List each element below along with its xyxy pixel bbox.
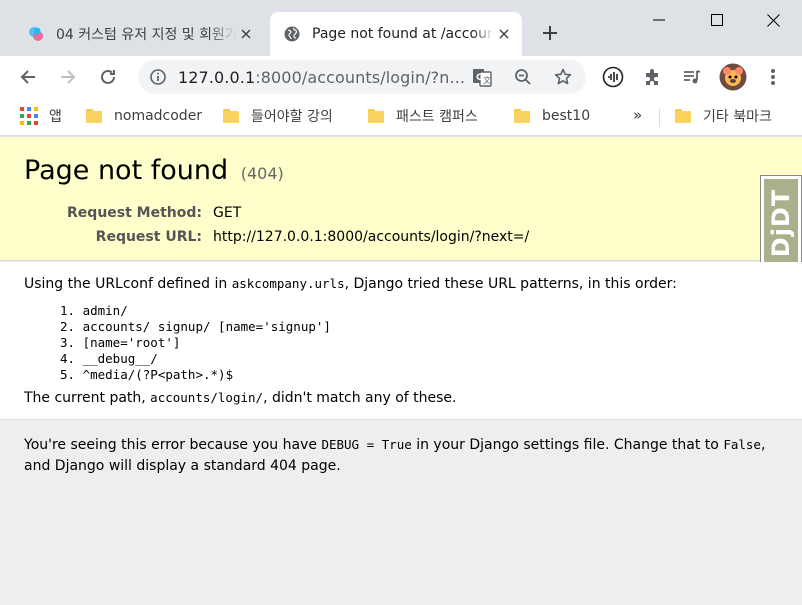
close-icon[interactable] [494, 24, 514, 44]
svg-text:文: 文 [483, 75, 491, 85]
page-title: Page not found (404) [24, 155, 284, 186]
folder-icon [368, 109, 384, 123]
djdt-label: DjDT [767, 188, 796, 257]
url-pattern-item: 1. admin/ [60, 303, 128, 318]
bookmark-label: 패스트 캠퍼스 [396, 109, 478, 125]
media-control-icon[interactable] [676, 61, 708, 93]
url-pattern-list: 1. admin/ 2. accounts/ signup/ [name='si… [60, 303, 331, 383]
info-icon[interactable] [148, 67, 168, 87]
folder-icon [86, 109, 102, 123]
urlconf-info: Using the URLconf defined in askcompany.… [0, 262, 802, 420]
request-method-value: GET [213, 205, 242, 221]
urlconf-message: Using the URLconf defined in askcompany.… [24, 276, 677, 292]
url-pattern-item: 2. accounts/ signup/ [name='signup'] [60, 319, 331, 334]
bookmark-folder-nomadcoder[interactable]: nomadcoder [86, 104, 202, 128]
request-method-label: Request Method: [67, 205, 202, 221]
apps-grid-icon [20, 107, 38, 125]
status-code: (404) [240, 164, 284, 183]
folder-icon [223, 109, 239, 123]
apps-bookmark[interactable]: 앱 [20, 104, 62, 128]
close-icon[interactable] [236, 24, 256, 44]
tab-active[interactable]: Page not found at /accounts/login/ [270, 12, 522, 56]
folder-icon [675, 109, 691, 123]
bookmark-folder-fastcampus[interactable]: 패스트 캠퍼스 [368, 104, 478, 128]
bookmark-label: nomadcoder [114, 108, 203, 124]
bookmark-folder-lectures[interactable]: 들어야할 강의 [223, 104, 333, 128]
bookmark-label: 기타 북마크 [703, 109, 772, 125]
url-pattern-item: 3. [name='root'] [60, 335, 181, 350]
globe-icon [282, 24, 302, 44]
menu-kebab-icon[interactable] [757, 61, 789, 93]
url-text[interactable]: 127.0.0.1:8000/accounts/login/?n... [178, 68, 465, 87]
new-tab-button[interactable] [537, 20, 563, 46]
back-button[interactable] [12, 61, 44, 93]
inflearn-favicon-icon [26, 24, 46, 44]
extensions-puzzle-icon[interactable] [637, 61, 669, 93]
current-path-message: The current path, accounts/login/, didn'… [24, 390, 457, 406]
extension-audio-icon[interactable] [597, 61, 629, 93]
reload-button[interactable] [92, 61, 124, 93]
tab-strip: 04 커스텀 유저 지정 및 회원가입 Page not found at /a… [0, 0, 802, 56]
zoom-out-icon[interactable] [511, 65, 535, 89]
folder-icon [514, 109, 530, 123]
debug-setting: DEBUG = True [321, 437, 412, 452]
bookmark-label: best10 [542, 108, 591, 124]
translate-icon[interactable]: G文 [470, 65, 494, 89]
profile-avatar[interactable] [717, 61, 749, 93]
window-close-button[interactable] [744, 0, 802, 40]
url-pattern-item: 4. __debug__/ [60, 351, 158, 366]
request-url-label: Request URL: [95, 229, 202, 245]
bookmark-star-icon[interactable] [551, 65, 575, 89]
address-bar[interactable]: 127.0.0.1:8000/accounts/login/?n... G文 [138, 60, 586, 94]
tab-title: Page not found at /accounts/login/ [312, 26, 494, 42]
toolbar: 127.0.0.1:8000/accounts/login/?n... G文 [0, 56, 802, 98]
bookmark-label: 들어야할 강의 [251, 109, 333, 125]
bookmark-folder-other[interactable]: 기타 북마크 [675, 104, 772, 128]
bookmark-folder-best10[interactable]: best10 [514, 104, 590, 128]
false-value: False [723, 437, 761, 452]
debug-explanation: You're seeing this error because you hav… [24, 437, 766, 474]
request-url-value: http://127.0.0.1:8000/accounts/login/?ne… [213, 229, 530, 245]
forward-button[interactable] [52, 61, 84, 93]
page-content: Page not found (404) Request Method: GET… [0, 137, 802, 605]
django-debug-toolbar-handle[interactable]: DjDT [760, 175, 802, 270]
bookmarks-divider [659, 109, 660, 127]
bookmark-label: 앱 [49, 109, 62, 125]
current-path: accounts/login/ [150, 390, 264, 405]
maximize-button[interactable] [688, 0, 746, 40]
error-summary: Page not found (404) Request Method: GET… [0, 137, 802, 270]
minimize-button[interactable] [630, 0, 688, 40]
tab-title: 04 커스텀 유저 지정 및 회원가입 [56, 27, 236, 43]
bookmarks-bar: 앱 nomadcoder 들어야할 강의 패스트 캠퍼스 best10 » 기타… [0, 98, 802, 136]
tab-inactive[interactable]: 04 커스텀 유저 지정 및 회원가입 [14, 12, 264, 56]
bookmarks-overflow-chevron[interactable]: » [633, 106, 642, 124]
url-pattern-item: 5. ^media/(?P<path>.*)$ [60, 367, 234, 382]
urlconf-module: askcompany.urls [231, 276, 345, 291]
